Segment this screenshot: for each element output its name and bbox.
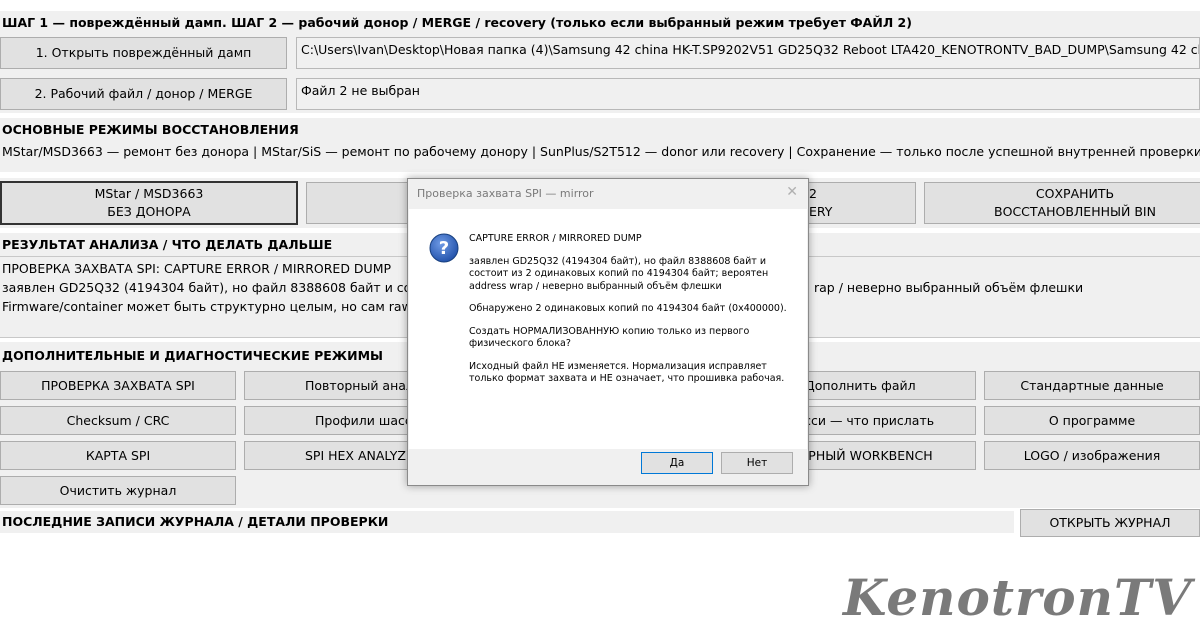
result-line-2-tail: rap / неверно выбранный объём флешки xyxy=(814,280,1084,295)
result-header: РЕЗУЛЬТАТ АНАЛИЗА / ЧТО ДЕЛАТЬ ДАЛЬШЕ xyxy=(2,237,333,252)
dialog-message-note: Исходный файл НЕ изменяется. Нормализаци… xyxy=(469,360,785,385)
dialog-yes-button[interactable]: Да xyxy=(641,452,713,474)
dialog-message: CAPTURE ERROR / MIRRORED DUMP заявлен GD… xyxy=(469,233,789,396)
save-restored-bin-button[interactable]: СОХРАНИТЬ ВОССТАНОВЛЕННЫЙ BIN xyxy=(924,182,1200,224)
watermark: KenotronTV xyxy=(843,568,1193,627)
dialog-message-detail: заявлен GD25Q32 (4194304 байт), но файл … xyxy=(469,255,769,292)
dialog-message-title: CAPTURE ERROR / MIRRORED DUMP xyxy=(469,233,642,244)
about-button[interactable]: О программе xyxy=(984,406,1200,435)
open-damaged-dump-button[interactable]: 1. Открыть повреждённый дамп xyxy=(0,37,287,69)
checksum-crc-button[interactable]: Checksum / CRC xyxy=(0,406,236,435)
close-icon[interactable]: ✕ xyxy=(786,184,798,200)
sunplus-button-line1: 2 xyxy=(809,186,817,201)
capture-check-button[interactable]: ПРОВЕРКА ЗАХВАТА SPI xyxy=(0,371,236,400)
capture-check-dialog: Проверка захвата SPI — mirror ✕ ? CAPTUR… xyxy=(407,178,809,486)
dialog-no-button[interactable]: Нет xyxy=(721,452,793,474)
file2-path-field[interactable]: Файл 2 не выбран xyxy=(296,78,1200,110)
mstar-no-donor-button[interactable]: MStar / MSD3663 БЕЗ ДОНОРА xyxy=(0,181,298,225)
open-log-button[interactable]: ОТКРЫТЬ ЖУРНАЛ xyxy=(1020,509,1200,537)
result-line-2: заявлен GD25Q32 (4194304 байт), но файл … xyxy=(2,280,434,295)
mstar-button-line2: БЕЗ ДОНОРА xyxy=(107,204,191,219)
log-header: ПОСЛЕДНИЕ ЗАПИСИ ЖУРНАЛА / ДЕТАЛИ ПРОВЕР… xyxy=(2,514,389,529)
result-line-3: Firmware/container может быть структурно… xyxy=(2,299,439,314)
clear-log-button[interactable]: Очистить журнал xyxy=(0,476,236,505)
save-button-line2: ВОССТАНОВЛЕННЫЙ BIN xyxy=(994,204,1156,219)
standard-data-button[interactable]: Стандартные данные xyxy=(984,371,1200,400)
dialog-title: Проверка захвата SPI — mirror xyxy=(417,187,594,200)
spi-map-button[interactable]: КАРТА SPI xyxy=(0,441,236,470)
dialog-message-copies: Обнаружено 2 одинаковых копий по 4194304… xyxy=(469,303,787,314)
extra-header: ДОПОЛНИТЕЛЬНЫЕ И ДИАГНОСТИЧЕСКИЕ РЕЖИМЫ xyxy=(2,348,383,363)
save-button-line1: СОХРАНИТЬ xyxy=(1035,186,1115,201)
sunplus-button-line2: ERY xyxy=(809,204,833,219)
svg-text:?: ? xyxy=(439,238,449,259)
modes-header: ОСНОВНЫЕ РЕЖИМЫ ВОССТАНОВЛЕНИЯ xyxy=(2,122,299,137)
step-header: ШАГ 1 — повреждённый дамп. ШАГ 2 — рабоч… xyxy=(2,15,912,30)
dialog-message-question: Создать НОРМАЛИЗОВАННУЮ копию только из … xyxy=(469,325,750,350)
modes-description: MStar/MSD3663 — ремонт без донора | MSta… xyxy=(2,144,1200,159)
file1-path-field[interactable]: C:\Users\Ivan\Desktop\Новая папка (4)\Sa… xyxy=(296,37,1200,69)
logo-images-button[interactable]: LOGO / изображения xyxy=(984,441,1200,470)
result-line-1: ПРОВЕРКА ЗАХВАТА SPI: CAPTURE ERROR / MI… xyxy=(2,261,392,276)
dialog-body: ? CAPTURE ERROR / MIRRORED DUMP заявлен … xyxy=(409,209,807,449)
open-donor-file-button[interactable]: 2. Рабочий файл / донор / MERGE xyxy=(0,78,287,110)
question-icon: ? xyxy=(429,233,459,263)
mstar-button-line1: MStar / MSD3663 xyxy=(94,186,204,201)
